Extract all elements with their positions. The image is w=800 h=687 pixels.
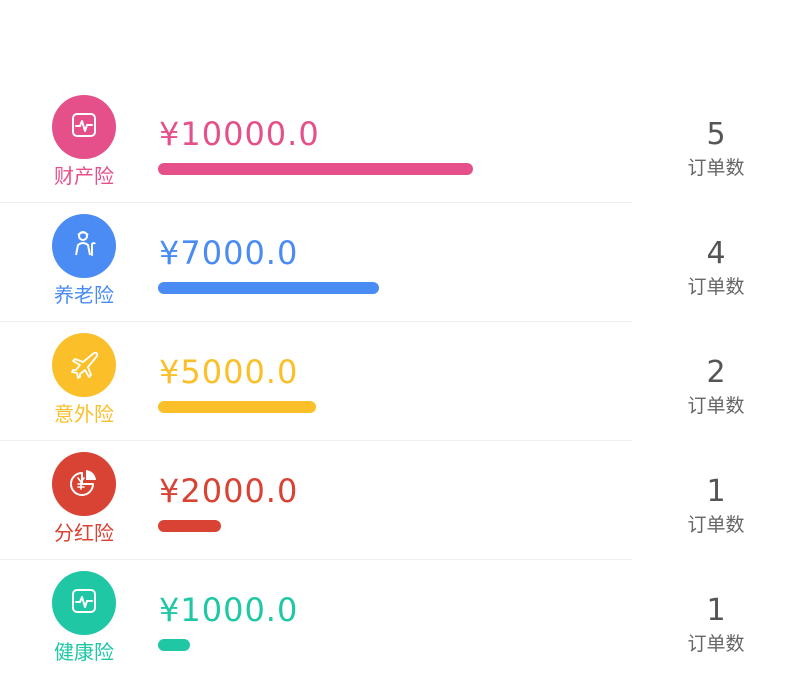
insurance-type-label: 意外险 [54,402,114,426]
insurance-type-label: 财产险 [54,164,114,188]
amount-progress-bar [158,639,190,651]
insurance-row-health[interactable]: 健康险 ¥1000.0 1 订单数 [0,560,800,679]
health-monitor-icon [67,108,101,146]
order-count: 1 [706,593,726,628]
order-count: 4 [706,236,726,271]
yuan-pie-icon [67,465,101,503]
insurance-type-label: 健康险 [54,640,114,664]
health-insurance-icon-badge [52,571,116,635]
order-count: 1 [706,474,726,509]
insurance-amount: ¥5000.0 [159,353,299,391]
pension-insurance-icon-badge [52,214,116,278]
insurance-amount: ¥10000.0 [159,115,320,153]
insurance-type-label: 分红险 [54,521,114,545]
order-count-label: 订单数 [687,633,745,655]
health-monitor-icon [67,584,101,622]
airplane-icon [67,346,101,384]
order-count: 5 [706,117,726,152]
accident-insurance-icon-badge [52,333,116,397]
insurance-amount: ¥7000.0 [159,234,299,272]
order-count-label: 订单数 [687,157,745,179]
order-count-label: 订单数 [687,395,745,417]
amount-progress-bar [158,520,221,532]
insurance-row-pension[interactable]: 养老险 ¥7000.0 4 订单数 [0,203,800,322]
insurance-list: 财产险 ¥10000.0 5 订单数 养老险 ¥7000.0 4 订单数 意外险… [0,84,800,679]
insurance-type-label: 养老险 [54,283,114,307]
insurance-row-property[interactable]: 财产险 ¥10000.0 5 订单数 [0,84,800,203]
amount-progress-bar [158,282,379,294]
order-count-label: 订单数 [687,276,745,298]
insurance-amount: ¥2000.0 [159,472,299,510]
dividend-insurance-icon-badge [52,452,116,516]
amount-progress-bar [158,401,316,413]
order-count-label: 订单数 [687,514,745,536]
property-insurance-icon-badge [52,95,116,159]
insurance-amount: ¥1000.0 [159,591,299,629]
elderly-person-icon [67,227,101,265]
insurance-row-accident[interactable]: 意外险 ¥5000.0 2 订单数 [0,322,800,441]
insurance-row-dividend[interactable]: 分红险 ¥2000.0 1 订单数 [0,441,800,560]
order-count: 2 [706,355,726,390]
amount-progress-bar [158,163,473,175]
